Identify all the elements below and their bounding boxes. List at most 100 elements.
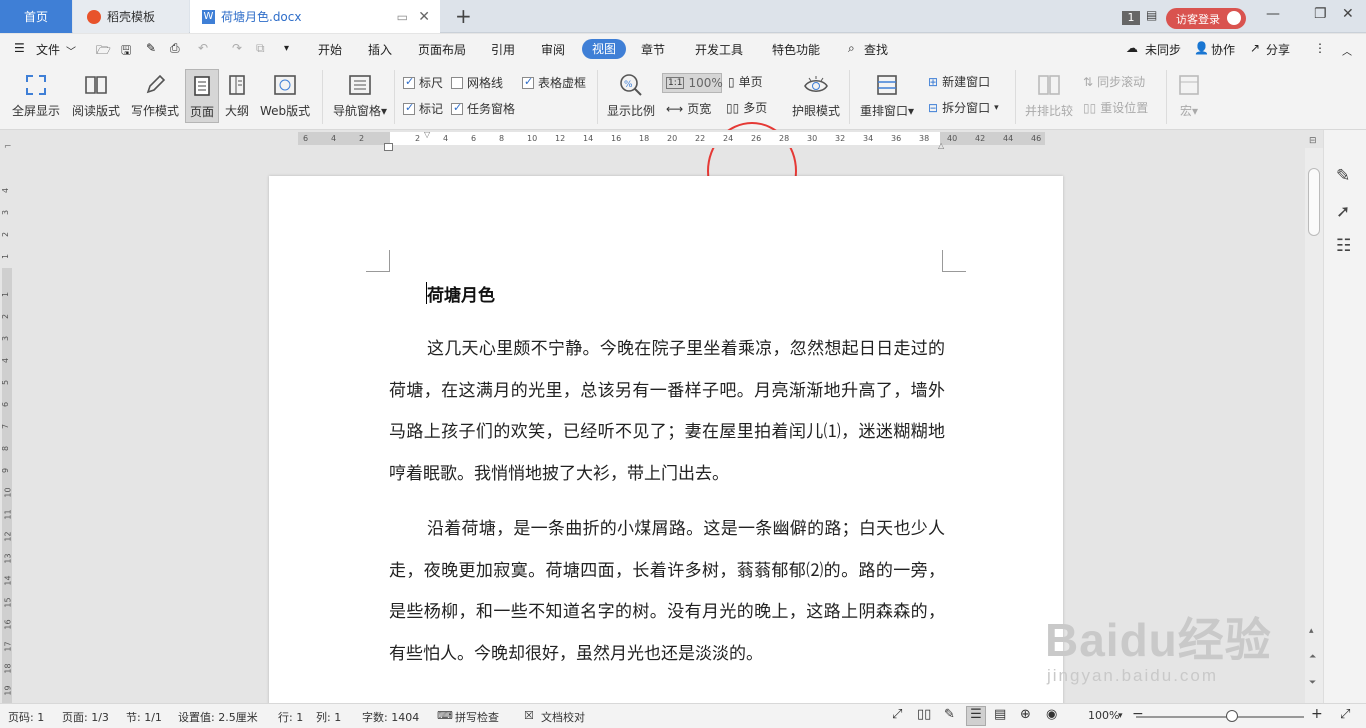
document-title[interactable]: 荷塘月色 (427, 281, 495, 306)
doc-check-label[interactable]: 文档校对 (541, 709, 585, 725)
login-button[interactable]: 访客登录 (1166, 8, 1246, 29)
new-window-button[interactable]: ⊞ 新建窗口 (928, 73, 990, 90)
prev-page-icon[interactable]: ⏶ (1309, 652, 1316, 662)
paragraph-2[interactable]: 沿着荷塘，是一条曲折的小煤屑路。这是一条幽僻的路；白天也少人走，夜晚更加寂寞。荷… (389, 509, 945, 675)
web-layout-button[interactable]: Web版式 (260, 72, 310, 119)
markup-checkbox[interactable]: 标记 (403, 100, 443, 117)
horizontal-ruler[interactable]: 6 4 2 2 4 6 8 10 12 14 16 18 20 22 24 26 28 30 32 34 36 38 40 4… (0, 130, 1366, 152)
hamburger-icon[interactable]: ☰ (14, 41, 25, 55)
settings-sliders-icon[interactable]: ☷ (1336, 236, 1351, 256)
minimize-icon[interactable]: — (1266, 6, 1280, 22)
rearrange-window-button[interactable]: 重排窗口▾ (860, 72, 914, 119)
menu-search[interactable]: 查找 (864, 41, 888, 58)
menu-reference[interactable]: 引用 (491, 41, 515, 58)
reset-position-button[interactable]: ▯▯ 重设位置 (1083, 99, 1148, 116)
nav-pane-button[interactable]: 导航窗格▾ (333, 72, 387, 119)
menu-insert[interactable]: 插入 (368, 41, 392, 58)
status-line[interactable]: 行: 1 (278, 709, 303, 725)
document-page[interactable]: 荷塘月色 这几天心里颇不宁静。今晚在院子里坐着乘凉，忽然想起日日走过的荷塘，在这… (269, 176, 1063, 706)
status-page[interactable]: 页面: 1/3 (62, 709, 109, 725)
collaborate-icon[interactable]: 👤 (1194, 41, 1209, 55)
eye-mode-button[interactable]: 护眼模式 (792, 72, 840, 119)
fit-window-icon[interactable]: ⤢ (1340, 707, 1350, 722)
paragraph-1[interactable]: 这几天心里颇不宁静。今晚在院子里坐着乘凉，忽然想起日日走过的荷塘，在这满月的光里… (389, 329, 945, 495)
tab-document[interactable]: W 荷塘月色.docx ▭ ✕ (190, 0, 440, 33)
tab-templates[interactable]: 稻壳模板 (73, 0, 189, 33)
chevron-down-icon[interactable]: ﹀ (66, 43, 76, 58)
indent-marker-icon[interactable] (384, 143, 393, 151)
ruler-checkbox[interactable]: 标尺 (403, 74, 443, 91)
zoom-value[interactable]: 100% (1088, 709, 1119, 722)
multi-page-button[interactable]: ▯▯ 多页 (726, 99, 767, 116)
menu-page-layout[interactable]: 页面布局 (418, 41, 466, 58)
unsynced-label[interactable]: 未同步 (1145, 41, 1181, 58)
zoom-ratio-button[interactable]: % 显示比例 (607, 72, 655, 119)
status-page-code[interactable]: 页码: 1 (8, 709, 44, 725)
task-pane-checkbox[interactable]: 任务窗格 (451, 100, 515, 117)
menu-review[interactable]: 审阅 (541, 41, 565, 58)
zoom-100-button[interactable]: 1:1 100% (662, 73, 723, 93)
writing-status-icon[interactable]: ✎ (944, 707, 955, 722)
share-icon[interactable]: ↗ (1250, 41, 1260, 55)
copy-icon[interactable]: ⧉ (256, 41, 265, 56)
select-pointer-icon[interactable]: ➚ (1336, 202, 1350, 222)
fullscreen-status-icon[interactable]: ⤢ (892, 707, 902, 722)
page-width-button[interactable]: ⟷ 页宽 (666, 100, 711, 117)
status-word-count[interactable]: 字数: 1404 (362, 709, 419, 725)
zoom-in-icon[interactable]: + (1311, 706, 1323, 722)
close-tab-icon[interactable]: ✕ (418, 9, 430, 25)
spell-check-icon[interactable]: ⌨ (437, 709, 453, 722)
menu-features[interactable]: 特色功能 (772, 41, 820, 58)
first-line-indent-icon[interactable]: ▽ (424, 130, 430, 139)
edit-pen-icon[interactable]: ✎ (1336, 166, 1350, 186)
open-folder-icon[interactable]: 🗁 (96, 41, 111, 62)
collaborate-label[interactable]: 协作 (1211, 41, 1235, 58)
layout-icon[interactable]: ▤ (1146, 8, 1157, 22)
macro-button[interactable]: 宏▾ (1176, 72, 1202, 119)
save-icon[interactable]: 🖫 (121, 41, 131, 62)
status-setting[interactable]: 设置值: 2.5厘米 (178, 709, 258, 725)
scrollbar-thumb[interactable] (1308, 168, 1320, 236)
page-status-icon[interactable]: ☰ (966, 706, 986, 726)
spell-check-label[interactable]: 拼写检查 (455, 709, 499, 725)
float-window-icon[interactable]: ▭ (397, 10, 408, 24)
zoom-out-icon[interactable]: − (1132, 706, 1144, 722)
scroll-up-icon[interactable]: ▴ (1309, 626, 1314, 636)
menu-chapter[interactable]: 章节 (641, 41, 665, 58)
collapse-ribbon-icon[interactable]: ︿ (1342, 43, 1352, 58)
eye-status-icon[interactable]: ◉ (1046, 707, 1057, 722)
search-icon[interactable]: ⌕ (848, 41, 855, 56)
redo-icon[interactable]: ↷ (232, 41, 242, 55)
table-gridlines-checkbox[interactable]: 表格虚框 (522, 74, 586, 91)
window-count-badge[interactable]: 1 (1122, 11, 1140, 25)
zoom-slider-knob[interactable] (1226, 710, 1238, 722)
reading-layout-button[interactable]: 阅读版式 (72, 72, 120, 119)
tab-home[interactable]: 首页 (0, 0, 72, 33)
share-label[interactable]: 分享 (1266, 41, 1290, 58)
next-page-icon[interactable]: ⏷ (1309, 678, 1316, 688)
sync-scroll-button[interactable]: ⇅ 同步滚动 (1083, 73, 1145, 90)
fullscreen-button[interactable]: 全屏显示 (12, 72, 60, 119)
writing-mode-button[interactable]: 写作模式 (131, 72, 179, 119)
vertical-scrollbar[interactable]: ⊟ ▴ ⏶ ⏷ (1305, 136, 1323, 703)
doc-check-icon[interactable]: ☒ (524, 709, 534, 722)
menu-file[interactable]: 文件 (36, 41, 60, 58)
scroll-top-icon[interactable]: ⊟ (1309, 136, 1317, 146)
menu-developer[interactable]: 开发工具 (695, 41, 743, 58)
cloud-icon[interactable]: ☁ (1126, 41, 1138, 55)
undo-icon[interactable]: ↶ (198, 41, 208, 55)
status-section[interactable]: 节: 1/1 (126, 709, 162, 725)
status-column[interactable]: 列: 1 (316, 709, 341, 725)
format-painter-icon[interactable]: ✎ (146, 41, 156, 55)
reading-status-icon[interactable]: ▯▯ (917, 707, 931, 722)
vertical-ruler[interactable]: 4 3 2 1 1 2 3 4 5 6 7 8 9 10 11 12 13 14 15 16 17 18 19 (0, 148, 14, 703)
new-tab-button[interactable]: + (455, 4, 472, 28)
zoom-slider[interactable] (1136, 716, 1304, 718)
menu-view[interactable]: 视图 (582, 39, 626, 59)
zoom-dropdown-icon[interactable]: ▾ (1118, 711, 1123, 721)
outline-status-icon[interactable]: ▤ (994, 707, 1006, 722)
restore-icon[interactable]: ❐ (1314, 6, 1327, 22)
single-page-button[interactable]: ▯ 单页 (728, 73, 763, 90)
side-by-side-button[interactable]: 并排比较 (1025, 72, 1073, 119)
gridlines-checkbox[interactable]: 网格线 (451, 74, 503, 91)
